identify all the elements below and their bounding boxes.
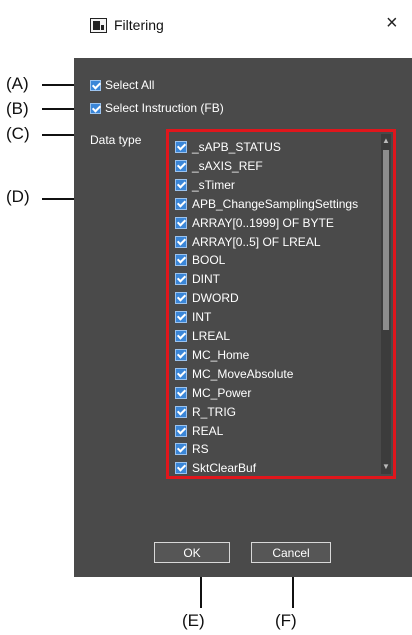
data-type-item-label: _sAXIS_REF xyxy=(192,158,263,173)
data-type-item-label: MC_Power xyxy=(192,385,252,400)
callout-d: (D) xyxy=(6,187,30,206)
data-type-checkbox[interactable] xyxy=(175,235,187,248)
data-type-item-label: R_TRIG xyxy=(192,404,237,419)
data-type-item-label: _sTimer xyxy=(192,177,235,192)
data-type-checkbox[interactable] xyxy=(175,273,187,286)
data-type-item[interactable]: ARRAY[0..5] OF LREAL xyxy=(175,233,321,251)
cancel-button[interactable]: Cancel xyxy=(251,542,331,563)
data-type-item-label: DINT xyxy=(192,272,220,287)
data-type-item-label: MC_MoveAbsolute xyxy=(192,366,294,381)
data-type-checkbox[interactable] xyxy=(175,386,187,399)
data-type-checkbox[interactable] xyxy=(175,348,187,361)
data-type-checkbox[interactable] xyxy=(175,367,187,380)
data-type-checkbox[interactable] xyxy=(175,178,187,191)
data-type-checkbox[interactable] xyxy=(175,311,187,324)
data-type-item-label: APB_ChangeSamplingSettings xyxy=(192,196,359,211)
select-all-label: Select All xyxy=(105,78,155,92)
title-bar: Filtering × xyxy=(74,0,412,58)
data-type-item[interactable]: LREAL xyxy=(175,327,230,345)
callout-f: (F) xyxy=(275,611,297,630)
ok-button[interactable]: OK xyxy=(154,542,230,563)
data-type-checkbox[interactable] xyxy=(175,443,187,456)
data-type-checkbox[interactable] xyxy=(175,405,187,418)
scroll-down-icon[interactable]: ▼ xyxy=(382,462,390,472)
data-type-item[interactable]: DINT xyxy=(175,270,220,288)
scroll-up-icon[interactable]: ▲ xyxy=(382,136,390,146)
callout-c: (C) xyxy=(6,124,30,143)
data-type-checkbox[interactable] xyxy=(175,216,187,229)
callout-a: (A) xyxy=(6,74,29,93)
data-type-item-label: _sAPB_STATUS xyxy=(192,140,281,154)
callout-e: (E) xyxy=(182,611,205,630)
data-type-item[interactable]: MC_MoveAbsolute xyxy=(175,365,293,383)
data-type-item[interactable]: BOOL xyxy=(175,251,225,269)
select-instruction-option[interactable]: Select Instruction (FB) xyxy=(90,101,224,115)
select-all-checkbox[interactable] xyxy=(90,79,101,91)
data-type-label: Data type xyxy=(90,133,142,147)
data-type-item[interactable]: MC_Power xyxy=(175,384,251,402)
close-icon[interactable]: × xyxy=(386,13,398,33)
data-type-item[interactable]: DWORD xyxy=(175,289,239,307)
data-type-item-label: BOOL xyxy=(192,253,226,268)
data-type-checkbox[interactable] xyxy=(175,462,187,475)
data-type-item-label: INT xyxy=(192,310,212,325)
select-instruction-label: Select Instruction (FB) xyxy=(105,101,224,115)
data-type-checkbox[interactable] xyxy=(175,330,187,342)
data-type-checkbox[interactable] xyxy=(175,424,187,437)
data-type-checkbox[interactable] xyxy=(175,197,187,210)
data-type-item[interactable]: MC_Home xyxy=(175,346,249,364)
data-type-item[interactable]: _sTimer xyxy=(175,176,235,194)
data-type-list[interactable]: _sAPB_STATUS _sAXIS_REF _sTimer APB_ChangeS… xyxy=(166,129,396,479)
data-type-item-label: LREAL xyxy=(192,329,231,343)
filtering-dialog: Filtering × Select All Select Instructio… xyxy=(74,0,412,577)
data-type-checkbox[interactable] xyxy=(175,254,187,267)
data-type-item-label: RS xyxy=(192,442,209,457)
data-type-item[interactable]: _sAPB_STATUS xyxy=(175,138,281,156)
vertical-scrollbar[interactable]: ▲ ▼ xyxy=(381,134,391,474)
data-type-item-label: ARRAY[0..1999] OF BYTE xyxy=(192,215,334,230)
data-type-item[interactable]: RS xyxy=(175,440,209,458)
select-all-option[interactable]: Select All xyxy=(90,78,154,92)
dialog-title: Filtering xyxy=(114,17,164,33)
data-type-item-label: REAL xyxy=(192,423,224,438)
data-type-checkbox[interactable] xyxy=(175,159,187,172)
app-icon xyxy=(90,18,107,33)
callout-b: (B) xyxy=(6,99,29,118)
data-type-item-label: DWORD xyxy=(192,291,239,306)
data-type-item[interactable]: _sAXIS_REF xyxy=(175,157,263,175)
data-type-item[interactable]: SktClearBuf xyxy=(175,459,257,476)
data-type-item[interactable]: APB_ChangeSamplingSettings xyxy=(175,195,358,213)
data-type-item-label: ARRAY[0..5] OF LREAL xyxy=(192,234,321,249)
data-type-checkbox[interactable] xyxy=(175,141,187,153)
data-type-item[interactable]: R_TRIG xyxy=(175,403,236,421)
data-type-item[interactable]: INT xyxy=(175,308,211,326)
data-type-item-label: MC_Home xyxy=(192,347,250,362)
select-instruction-checkbox[interactable] xyxy=(90,102,101,114)
data-type-item[interactable]: REAL xyxy=(175,422,223,440)
data-type-item-label: SktClearBuf xyxy=(192,461,257,476)
data-type-item[interactable]: SktCl... xyxy=(175,478,231,479)
data-type-checkbox[interactable] xyxy=(175,292,187,305)
scroll-thumb[interactable] xyxy=(383,150,389,330)
data-type-item[interactable]: ARRAY[0..1999] OF BYTE xyxy=(175,214,334,232)
